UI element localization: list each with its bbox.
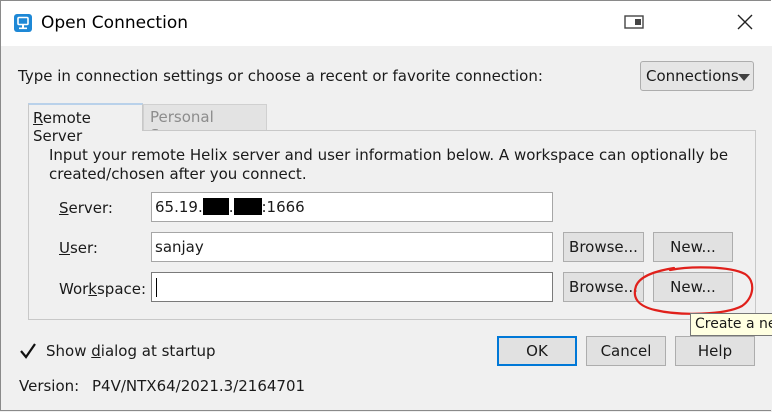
workspace-label: Workspace: — [59, 280, 147, 298]
server-value: 65.19..:1666 — [155, 198, 305, 216]
server-input[interactable]: 65.19..:1666 — [151, 192, 553, 222]
remote-info-text: Input your remote Helix server and user … — [49, 146, 729, 183]
text-cursor — [156, 278, 157, 297]
user-input[interactable]: sanjay — [151, 232, 553, 262]
show-dialog-label: Show dialog at startup — [46, 342, 216, 360]
close-icon[interactable] — [737, 14, 753, 30]
show-dialog-checkbox[interactable] — [19, 342, 37, 360]
user-label: User: — [59, 239, 98, 257]
help-button[interactable]: Help — [675, 336, 755, 366]
dropdown-caret-icon — [738, 74, 750, 81]
workspace-input[interactable] — [151, 272, 553, 302]
version-value: P4V/NTX64/2021.3/2164701 — [92, 377, 306, 395]
instruction-text: Type in connection settings or choose a … — [18, 67, 543, 85]
helix-app-icon — [14, 14, 32, 32]
cancel-button[interactable]: Cancel — [586, 336, 666, 366]
tooltip-text: Create a ne — [695, 316, 772, 332]
redacted-block — [233, 198, 262, 215]
tab-personal-server[interactable]: Personal Server — [143, 104, 267, 144]
redacted-block — [202, 198, 229, 215]
connections-label: Connections — [646, 67, 739, 85]
user-new-button[interactable]: New... — [653, 232, 733, 262]
user-browse-button[interactable]: Browse... — [563, 232, 644, 262]
connections-dropdown-button[interactable]: Connections — [640, 61, 754, 91]
annotation-circle — [633, 266, 754, 315]
tab-remote-server[interactable]: Remote Server — [28, 103, 143, 145]
ok-button[interactable]: OK — [497, 336, 577, 366]
version-label: Version: — [19, 377, 80, 395]
window-title: Open Connection — [41, 13, 188, 33]
tooltip: Create a ne — [690, 313, 772, 336]
user-value: sanjay — [155, 238, 204, 256]
restore-window-icon[interactable] — [624, 15, 646, 29]
tab-remote-server-label: Remote Server — [33, 109, 91, 145]
server-label: Server: — [59, 199, 113, 217]
